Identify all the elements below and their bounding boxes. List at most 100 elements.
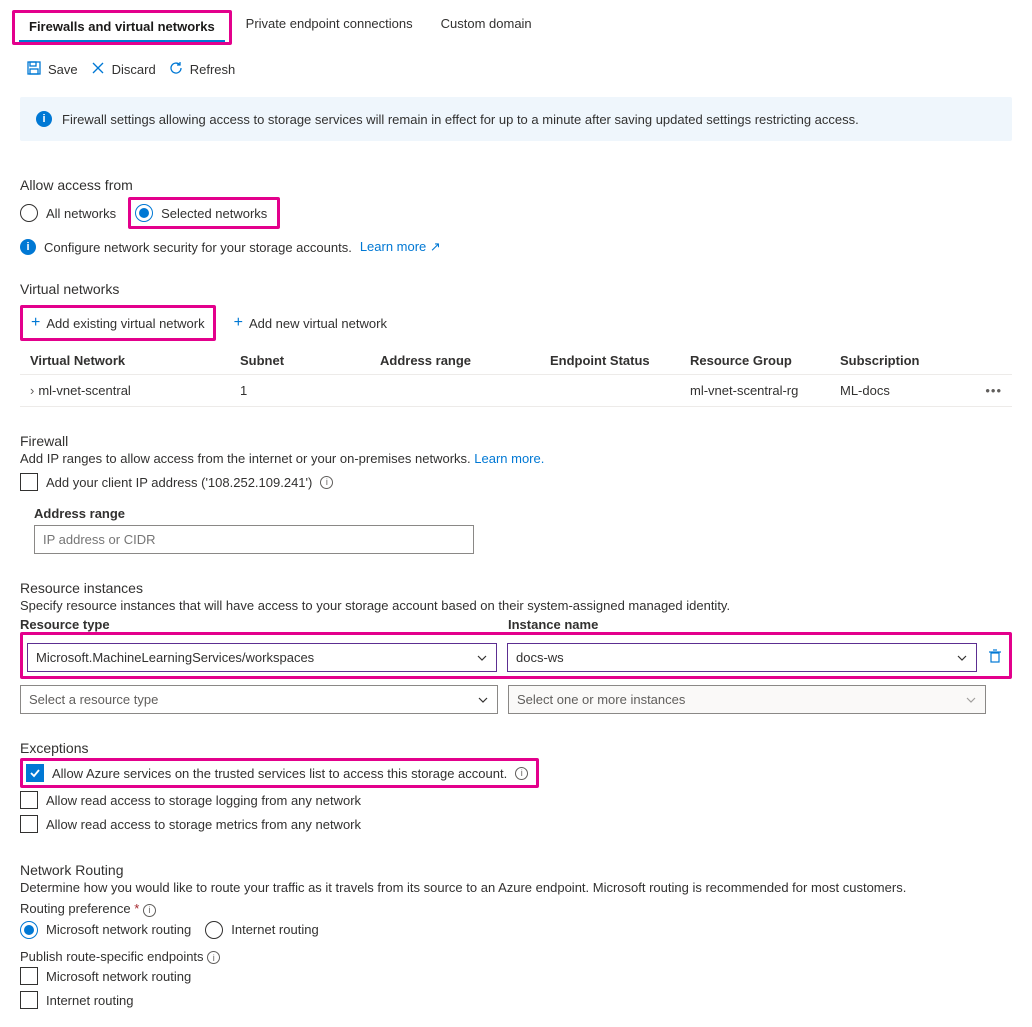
table-row[interactable]: ›ml-vnet-scentral 1 ml-vnet-scentral-rg … — [20, 375, 1012, 407]
ri-col-type: Resource type — [20, 617, 498, 632]
add-new-vnet-button[interactable]: + Add new virtual network — [226, 305, 395, 341]
allow-logging-checkbox[interactable] — [20, 791, 38, 809]
firewall-learn-link[interactable]: Learn more. — [474, 451, 544, 466]
allow-access-title: Allow access from — [20, 177, 1012, 193]
tab-custom-domain[interactable]: Custom domain — [427, 10, 546, 45]
tab-private-endpoint[interactable]: Private endpoint connections — [232, 10, 427, 45]
routing-pref-label: Routing preference — [20, 901, 131, 916]
info-icon[interactable]: i — [515, 767, 528, 780]
resource-type-value: Microsoft.MachineLearningServices/worksp… — [36, 650, 314, 665]
col-subnet: Subnet — [230, 347, 370, 375]
resource-type-placeholder: Select a resource type — [29, 692, 158, 707]
refresh-button[interactable]: Refresh — [168, 60, 236, 79]
row-menu-button[interactable]: ••• — [985, 383, 1002, 398]
ri-col-name: Instance name — [508, 617, 986, 632]
col-sub: Subscription — [830, 347, 975, 375]
vnet-table: Virtual Network Subnet Address range End… — [20, 347, 1012, 407]
radio-all-networks[interactable] — [20, 204, 38, 222]
firewall-section: Firewall Add IP ranges to allow access f… — [0, 417, 1032, 564]
refresh-label: Refresh — [190, 62, 236, 77]
vnet-title: Virtual networks — [20, 281, 1012, 297]
info-icon[interactable]: i — [320, 476, 333, 489]
external-link-icon: ↗ — [430, 239, 441, 254]
vnet-rg: ml-vnet-scentral-rg — [680, 375, 830, 407]
exceptions-title: Exceptions — [20, 740, 1012, 756]
chevron-down-icon — [956, 652, 968, 664]
instance-name-value: docs-ws — [516, 650, 564, 665]
discard-button[interactable]: Discard — [90, 60, 156, 79]
routing-sub: Determine how you would like to route yo… — [20, 880, 1012, 895]
info-icon[interactable]: i — [207, 951, 220, 964]
radio-selected-networks-label: Selected networks — [161, 206, 267, 221]
radio-ms-routing[interactable] — [20, 921, 38, 939]
radio-selected-networks[interactable] — [135, 204, 153, 222]
discard-label: Discard — [112, 62, 156, 77]
vnet-addr — [370, 375, 540, 407]
plus-icon: + — [234, 314, 243, 332]
close-icon — [90, 60, 106, 79]
allow-trusted-checkbox[interactable] — [26, 764, 44, 782]
allow-metrics-checkbox[interactable] — [20, 815, 38, 833]
save-button[interactable]: Save — [26, 60, 78, 79]
info-icon: i — [36, 111, 52, 127]
vnet-sub: ML-docs — [830, 375, 975, 407]
ri-title: Resource instances — [20, 580, 1012, 596]
instance-name-select-disabled: Select one or more instances — [508, 685, 986, 714]
address-range-input[interactable] — [34, 525, 474, 554]
chevron-down-icon — [477, 694, 489, 706]
add-client-ip-label: Add your client IP address ('108.252.109… — [46, 475, 312, 490]
vnet-ep — [540, 375, 680, 407]
learn-more-link[interactable]: Learn more ↗ — [360, 239, 441, 255]
routing-title: Network Routing — [20, 862, 1012, 878]
radio-ms-routing-label: Microsoft network routing — [46, 922, 191, 937]
refresh-icon — [168, 60, 184, 79]
publish-internet-routing-checkbox[interactable] — [20, 991, 38, 1009]
add-client-ip-checkbox[interactable] — [20, 473, 38, 491]
add-existing-vnet-button[interactable]: + Add existing virtual network — [20, 305, 216, 341]
virtual-networks-section: Virtual networks + Add existing virtual … — [0, 265, 1032, 417]
tabs-bar: Firewalls and virtual networks Private e… — [0, 0, 1032, 46]
chevron-down-icon — [965, 694, 977, 706]
save-icon — [26, 60, 42, 79]
selected-networks-highlight: Selected networks — [128, 197, 280, 229]
exceptions-section: Exceptions Allow Azure services on the t… — [0, 724, 1032, 846]
publish-endpoints-label: Publish route-specific endpoints — [20, 949, 204, 964]
info-icon[interactable]: i — [143, 904, 156, 917]
ri-sub: Specify resource instances that will hav… — [20, 598, 1012, 613]
publish-ms-routing-label: Microsoft network routing — [46, 969, 191, 984]
add-existing-label: Add existing virtual network — [46, 316, 204, 331]
tab-firewalls[interactable]: Firewalls and virtual networks — [12, 10, 232, 45]
chevron-down-icon — [476, 652, 488, 664]
firewall-title: Firewall — [20, 433, 1012, 449]
resource-instances-section: Resource instances Specify resource inst… — [0, 564, 1032, 724]
chevron-right-icon[interactable]: › — [30, 383, 34, 398]
instance-name-placeholder: Select one or more instances — [517, 692, 685, 707]
resource-type-select[interactable]: Microsoft.MachineLearningServices/worksp… — [27, 643, 497, 672]
col-ep: Endpoint Status — [540, 347, 680, 375]
allow-trusted-label: Allow Azure services on the trusted serv… — [52, 766, 507, 781]
vnet-subnet: 1 — [230, 375, 370, 407]
publish-internet-routing-label: Internet routing — [46, 993, 133, 1008]
allow-metrics-label: Allow read access to storage metrics fro… — [46, 817, 361, 832]
col-vnet: Virtual Network — [20, 347, 230, 375]
allow-logging-label: Allow read access to storage logging fro… — [46, 793, 361, 808]
radio-internet-routing[interactable] — [205, 921, 223, 939]
info-icon: i — [20, 239, 36, 255]
vnet-name: ml-vnet-scentral — [38, 383, 130, 398]
info-banner: i Firewall settings allowing access to s… — [20, 97, 1012, 141]
radio-all-networks-label: All networks — [46, 206, 116, 221]
banner-text: Firewall settings allowing access to sto… — [62, 112, 859, 127]
delete-row-button[interactable] — [987, 648, 1011, 667]
toolbar: Save Discard Refresh — [0, 46, 1032, 93]
col-addr: Address range — [370, 347, 540, 375]
publish-ms-routing-checkbox[interactable] — [20, 967, 38, 985]
instance-name-select[interactable]: docs-ws — [507, 643, 977, 672]
col-rg: Resource Group — [680, 347, 830, 375]
save-label: Save — [48, 62, 78, 77]
firewall-sub: Add IP ranges to allow access from the i… — [20, 451, 471, 466]
allow-access-section: Allow access from All networks Selected … — [0, 161, 1032, 265]
radio-internet-routing-label: Internet routing — [231, 922, 318, 937]
address-range-label: Address range — [34, 506, 1012, 521]
access-note: Configure network security for your stor… — [44, 240, 352, 255]
resource-type-select-empty[interactable]: Select a resource type — [20, 685, 498, 714]
